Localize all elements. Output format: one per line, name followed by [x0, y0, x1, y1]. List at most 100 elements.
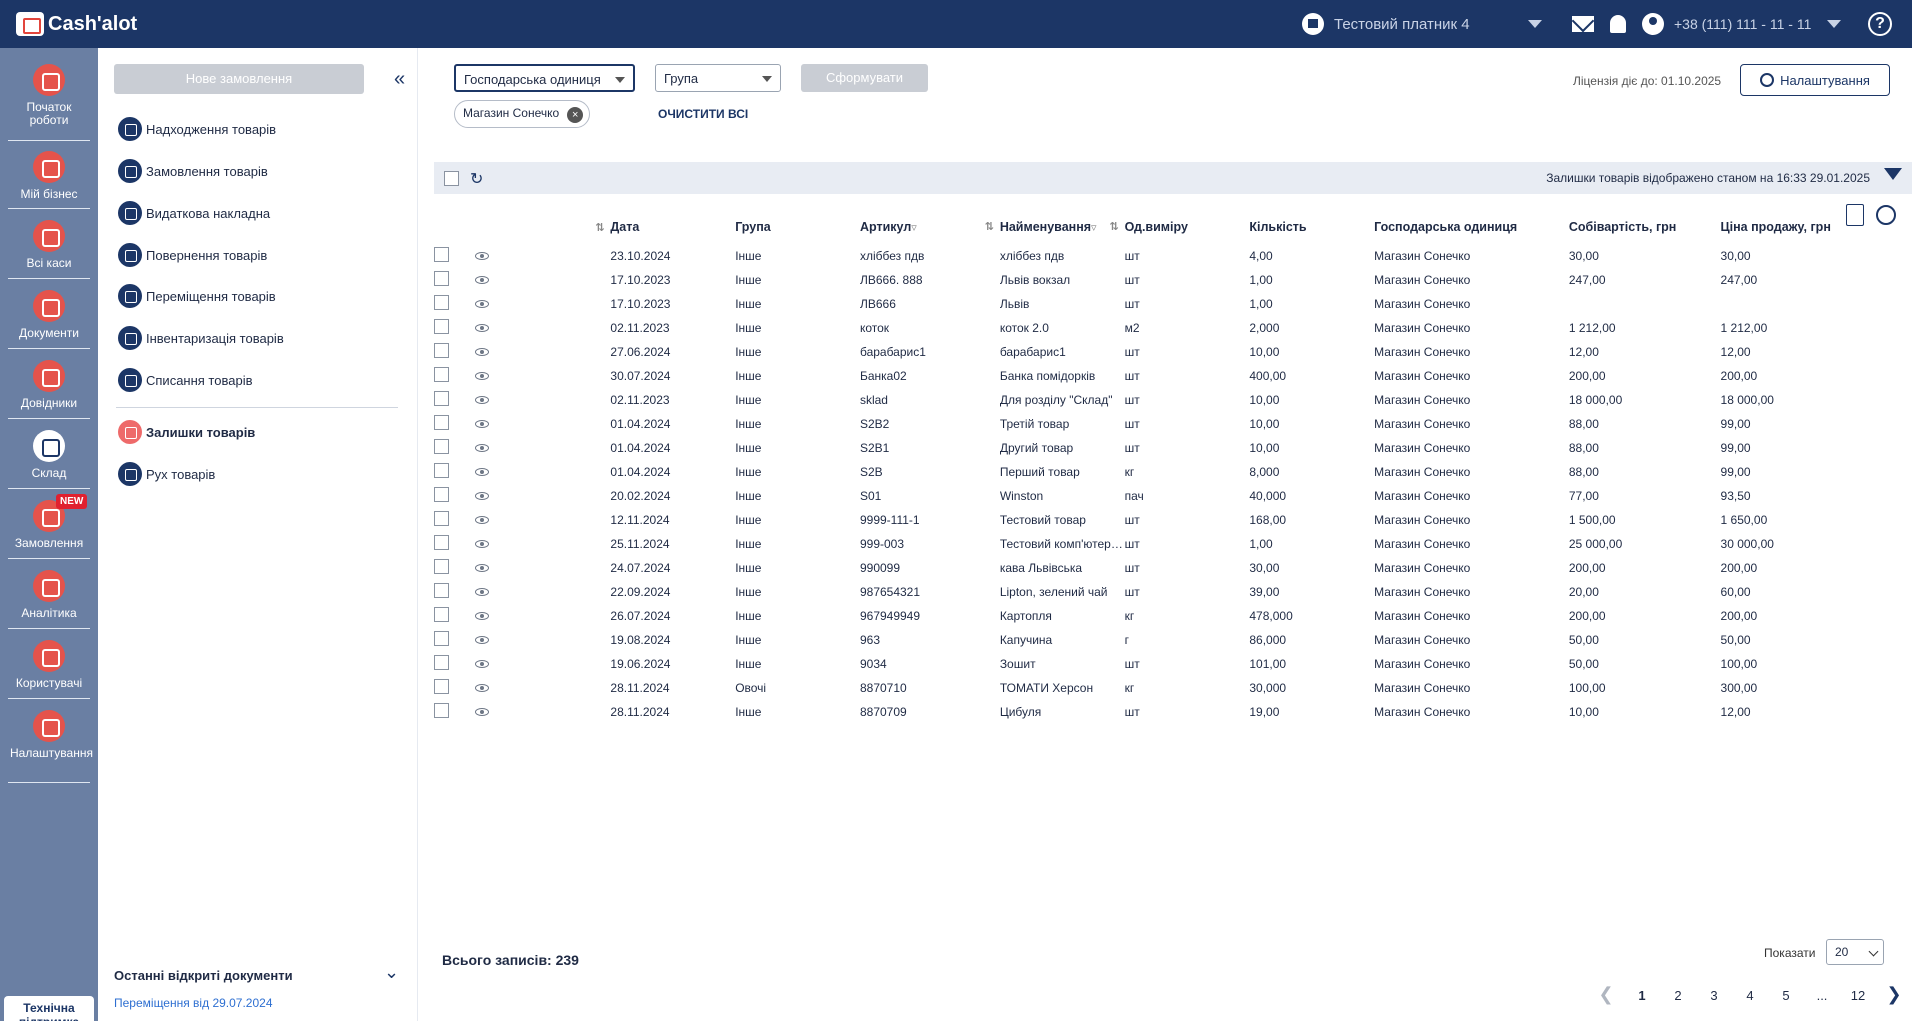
select-all-checkbox[interactable]: [444, 171, 459, 186]
rail-item-all-cash[interactable]: Всі каси: [0, 220, 98, 270]
eye-icon[interactable]: [474, 612, 489, 620]
page-link[interactable]: 2: [1660, 988, 1696, 1005]
table-row[interactable]: 27.06.2024 Інше барабарис1 барабарис1 шт 10,0…: [434, 340, 1854, 364]
rail-item-documents[interactable]: Документи: [0, 290, 98, 340]
submenu-item-stock-balance[interactable]: Залишки товарів: [118, 419, 255, 445]
row-checkbox[interactable]: [434, 703, 449, 718]
column-header-name[interactable]: Найменування▿ ⇅: [1000, 210, 1125, 244]
eye-icon[interactable]: [474, 468, 489, 476]
row-checkbox[interactable]: [434, 247, 449, 262]
eye-icon[interactable]: [474, 588, 489, 596]
table-row[interactable]: 25.11.2024 Інше 999-003 Тестовий комп'ютер …: [434, 532, 1854, 556]
bell-icon[interactable]: [1610, 15, 1626, 33]
rail-item-users[interactable]: Користувачі: [0, 640, 98, 690]
row-checkbox[interactable]: [434, 415, 449, 430]
settings-button[interactable]: Налаштування: [1740, 64, 1890, 96]
rail-item-my-business[interactable]: Мій бізнес: [0, 151, 98, 201]
row-checkbox[interactable]: [434, 391, 449, 406]
chevron-down-icon[interactable]: ⌄: [384, 962, 399, 983]
table-row[interactable]: 01.04.2024 Інше S2B2 Третій товар шт 10,00 Маг…: [434, 412, 1854, 436]
table-row[interactable]: 02.11.2023 Інше sklad Для розділу "Склад" шт…: [434, 388, 1854, 412]
column-header-unit[interactable]: Од.виміру: [1125, 210, 1250, 244]
user-phone[interactable]: +38 (111) 111 - 11 - 11: [1674, 16, 1811, 32]
table-row[interactable]: 19.08.2024 Інше 963 Капучина г 86,000 Магазин …: [434, 628, 1854, 652]
close-icon[interactable]: ×: [567, 107, 584, 123]
header-sort-cell[interactable]: ⇅: [529, 210, 611, 244]
table-settings-gear-icon[interactable]: [1876, 205, 1896, 225]
page-link[interactable]: 12: [1840, 988, 1876, 1005]
recent-document-link[interactable]: Переміщення від 29.07.2024: [114, 996, 273, 1010]
table-row[interactable]: 02.11.2023 Інше коток коток 2.0 м2 2,000 Магаз…: [434, 316, 1854, 340]
filter-icon[interactable]: [1884, 168, 1902, 180]
column-header-article[interactable]: Артикул▿ ⇅: [860, 210, 1000, 244]
user-icon[interactable]: [1642, 13, 1664, 35]
column-header-price[interactable]: Ціна продажу, грн: [1721, 210, 1854, 244]
table-row[interactable]: 30.07.2024 Інше Банка02 Банка помідорків шт 4…: [434, 364, 1854, 388]
table-row[interactable]: 24.07.2024 Інше 990099 кава Львівська шт 30,0…: [434, 556, 1854, 580]
user-menu-chevron-icon[interactable]: [1827, 20, 1842, 28]
submenu-item-inventory[interactable]: Інвентаризація товарів: [118, 325, 284, 351]
rail-item-warehouse[interactable]: Склад: [0, 430, 98, 480]
row-checkbox[interactable]: [434, 559, 449, 574]
column-header-date[interactable]: Дата: [610, 210, 735, 244]
table-row[interactable]: 19.06.2024 Інше 9034 Зошит шт 101,00 Магазин С…: [434, 652, 1854, 676]
submenu-item-invoice[interactable]: Видаткова накладна: [118, 200, 270, 226]
eye-icon[interactable]: [474, 252, 489, 260]
rail-item-analytics[interactable]: Аналітика: [0, 570, 98, 620]
table-row[interactable]: 26.07.2024 Інше 967949949 Картопля кг 478,000…: [434, 604, 1854, 628]
table-row[interactable]: 23.10.2024 Інше хліббез пдв хліббез пдв шт 4,…: [434, 244, 1854, 268]
chevron-down-icon[interactable]: [1527, 20, 1542, 28]
row-checkbox[interactable]: [434, 631, 449, 646]
eye-icon[interactable]: [474, 324, 489, 332]
rail-item-references[interactable]: Довідники: [0, 360, 98, 410]
submenu-item-write-off[interactable]: Списання товарів: [118, 367, 252, 393]
table-row[interactable]: 20.02.2024 Інше S01 Winston пач 40,000 Магазин…: [434, 484, 1854, 508]
column-header-quantity[interactable]: Кількість: [1249, 210, 1374, 244]
row-checkbox[interactable]: [434, 367, 449, 382]
eye-icon[interactable]: [474, 516, 489, 524]
support-button[interactable]: Технічна підтримка: [4, 996, 94, 1021]
table-row[interactable]: 17.10.2023 Інше ЛВ666 Львів шт 1,00 Магазин Со…: [434, 292, 1854, 316]
eye-icon[interactable]: [474, 396, 489, 404]
eye-icon[interactable]: [474, 564, 489, 572]
row-checkbox[interactable]: [434, 655, 449, 670]
submenu-item-movement[interactable]: Рух товарів: [118, 461, 215, 487]
business-unit-select[interactable]: Господарська одиниця: [454, 64, 635, 92]
table-row[interactable]: 01.04.2024 Інше S2B Перший товар кг 8,000 Мага…: [434, 460, 1854, 484]
sort-icon[interactable]: ⇅: [1109, 220, 1118, 233]
eye-icon[interactable]: [474, 300, 489, 308]
generate-button[interactable]: Сформувати: [801, 64, 928, 92]
eye-icon[interactable]: [474, 660, 489, 668]
row-checkbox[interactable]: [434, 487, 449, 502]
table-row[interactable]: 12.11.2024 Інше 9999-111-1 Тестовий товар шт…: [434, 508, 1854, 532]
table-row[interactable]: 22.09.2024 Інше 987654321 Lipton, зелений ч…: [434, 580, 1854, 604]
column-header-group[interactable]: Група: [735, 210, 860, 244]
row-checkbox[interactable]: [434, 679, 449, 694]
eye-icon[interactable]: [474, 372, 489, 380]
eye-icon[interactable]: [474, 636, 489, 644]
refresh-icon[interactable]: ↻: [470, 169, 483, 189]
page-link[interactable]: 5: [1768, 988, 1804, 1005]
page-link[interactable]: 3: [1696, 988, 1732, 1005]
group-select[interactable]: Група: [655, 64, 781, 92]
rail-item-orders[interactable]: NEW Замовлення: [0, 494, 98, 550]
row-checkbox[interactable]: [434, 463, 449, 478]
table-row[interactable]: 28.11.2024 Інше 8870709 Цибуля шт 19,00 Магази…: [434, 700, 1854, 724]
table-row[interactable]: 17.10.2023 Інше ЛВ666. 888 Львів вокзал шт 1,…: [434, 268, 1854, 292]
submenu-item-returns[interactable]: Повернення товарів: [118, 242, 267, 268]
collapse-menu-icon[interactable]: «: [394, 68, 405, 91]
row-checkbox[interactable]: [434, 511, 449, 526]
submenu-item-transfers[interactable]: Переміщення товарів: [118, 283, 276, 309]
eye-icon[interactable]: [474, 540, 489, 548]
eye-icon[interactable]: [474, 492, 489, 500]
submenu-item-receipts[interactable]: Надходження товарів: [118, 116, 276, 142]
per-page-select[interactable]: 20: [1826, 939, 1884, 965]
clear-all-button[interactable]: ОЧИСТИТИ ВСІ: [658, 107, 748, 121]
eye-icon[interactable]: [474, 348, 489, 356]
table-row[interactable]: 01.04.2024 Інше S2B1 Другий товар шт 10,00 Маг…: [434, 436, 1854, 460]
column-filter-icon[interactable]: ▿: [911, 222, 917, 234]
eye-icon[interactable]: [474, 708, 489, 716]
row-checkbox[interactable]: [434, 271, 449, 286]
row-checkbox[interactable]: [434, 295, 449, 310]
row-checkbox[interactable]: [434, 343, 449, 358]
